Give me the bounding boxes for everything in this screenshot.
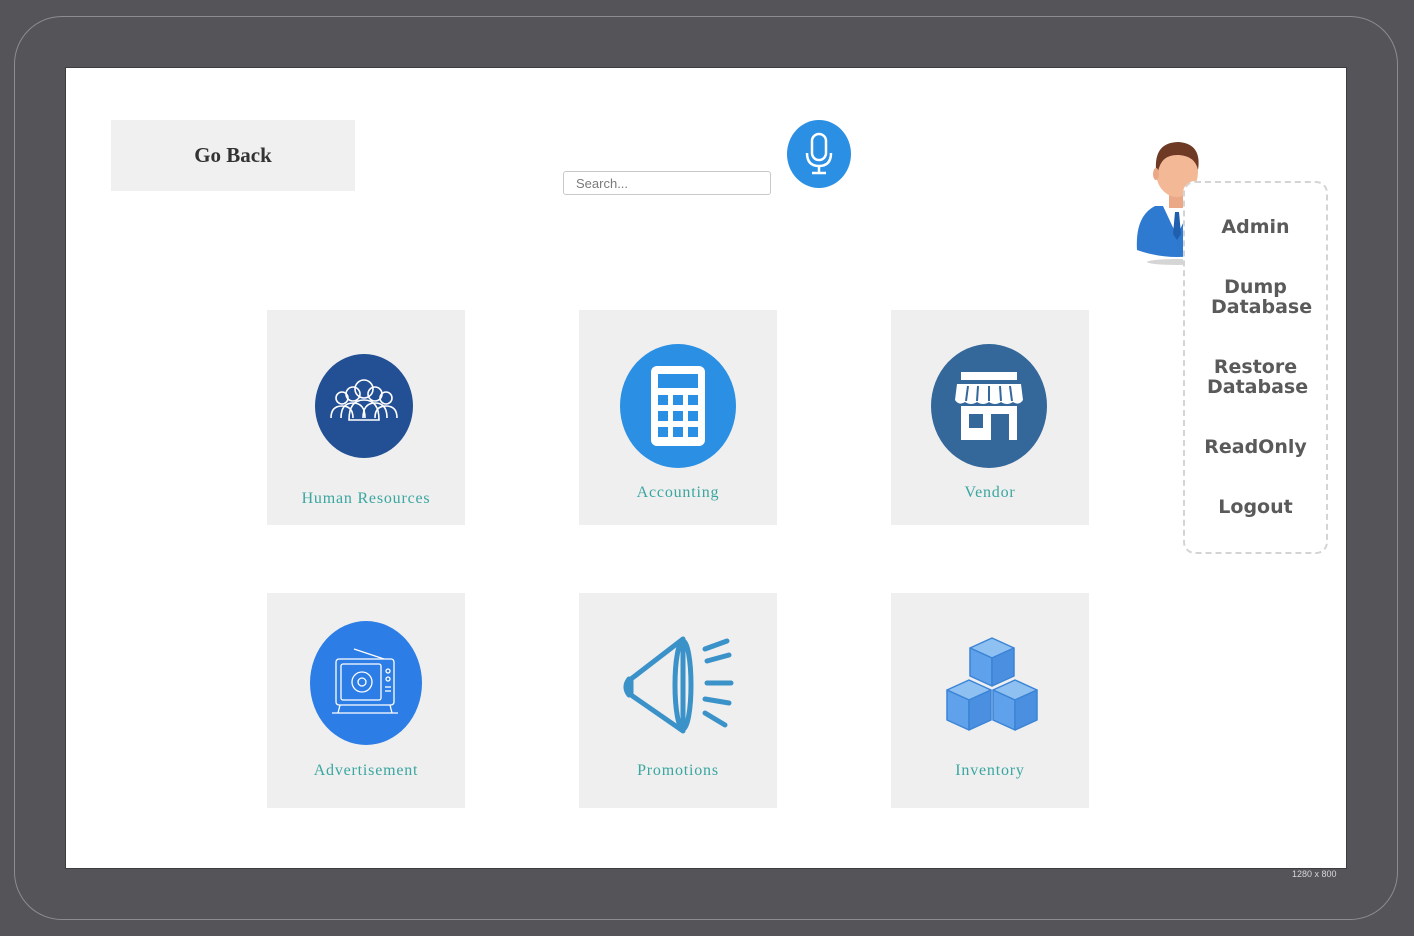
storefront-icon bbox=[931, 344, 1047, 468]
megaphone-icon bbox=[623, 636, 734, 734]
module-label: Inventory bbox=[955, 762, 1025, 779]
menu-item-admin[interactable]: Admin bbox=[1185, 217, 1326, 237]
module-tile-advertisement[interactable]: Advertisement bbox=[267, 593, 465, 808]
calculator-icon bbox=[620, 344, 736, 468]
module-tile-promotions[interactable]: Promotions bbox=[579, 593, 777, 808]
menu-item-logout[interactable]: Logout bbox=[1185, 497, 1326, 517]
module-tile-accounting[interactable]: Accounting bbox=[579, 310, 777, 525]
people-group-icon bbox=[315, 354, 413, 458]
menu-item-restore-database[interactable]: Restore Database bbox=[1185, 357, 1326, 397]
module-label: Accounting bbox=[636, 484, 720, 501]
module-label: Human Resources bbox=[301, 490, 431, 507]
menu-item-dump-database[interactable]: Dump Database bbox=[1185, 277, 1326, 317]
module-label: Promotions bbox=[637, 762, 719, 779]
module-tile-inventory[interactable]: Inventory bbox=[891, 593, 1089, 808]
television-icon bbox=[310, 621, 422, 745]
module-tile-vendor[interactable]: Vendor bbox=[891, 310, 1089, 525]
module-tile-human-resources[interactable]: Human Resources bbox=[267, 310, 465, 525]
frame-size-caption: 1280 x 800 bbox=[1292, 869, 1337, 879]
microphone-icon bbox=[805, 132, 833, 175]
go-back-button[interactable]: Go Back bbox=[111, 120, 355, 191]
user-menu: Admin Dump Database Restore Database Rea… bbox=[1183, 181, 1328, 554]
menu-item-readonly[interactable]: ReadOnly bbox=[1185, 437, 1326, 457]
app-screen: Go Back Admin Dump Database Restore Data… bbox=[65, 67, 1347, 869]
module-label: Vendor bbox=[964, 484, 1016, 501]
module-label: Advertisement bbox=[313, 762, 419, 779]
boxes-icon bbox=[946, 637, 1038, 731]
voice-search-button[interactable] bbox=[787, 120, 851, 188]
search-input[interactable] bbox=[563, 171, 771, 195]
